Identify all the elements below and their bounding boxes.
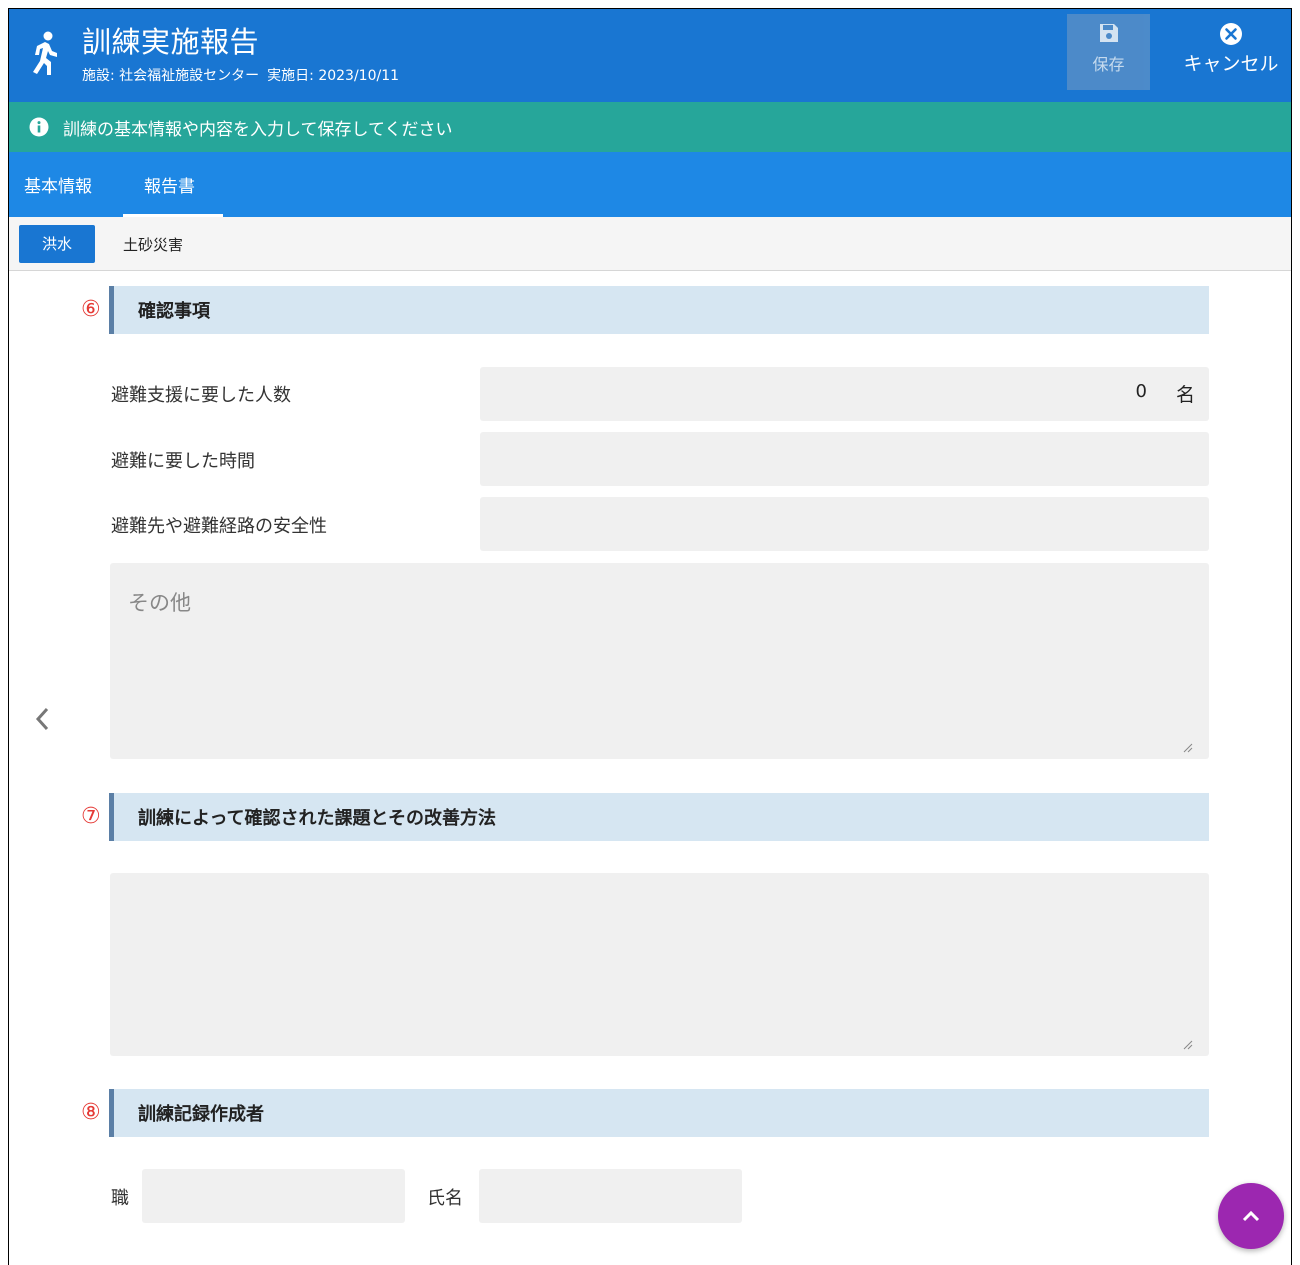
running-person-icon [33, 31, 57, 75]
section-number: ⑦ [81, 804, 101, 829]
cancel-button[interactable]: キャンセル [1171, 14, 1291, 90]
section-header: 確認事項 [109, 286, 1209, 334]
floppy-disk-icon [1099, 24, 1118, 42]
textarea-placeholder: その他 [128, 591, 191, 615]
evacuation-time-field[interactable] [480, 432, 1209, 486]
evacuation-support-count-field[interactable]: 0 名 [480, 367, 1209, 421]
page-title: 訓練実施報告 [82, 25, 260, 59]
chevron-up-icon [1242, 1210, 1260, 1222]
section-header: 訓練によって確認された課題とその改善方法 [109, 793, 1209, 841]
chevron-left-icon[interactable] [31, 699, 55, 739]
resize-handle-icon[interactable] [1183, 1040, 1193, 1050]
evacuation-route-safety-field[interactable] [480, 497, 1209, 551]
cancel-label: キャンセル [1183, 53, 1279, 75]
subtab-flood[interactable]: 洪水 [19, 225, 95, 263]
tab-report[interactable]: 報告書 [144, 172, 195, 197]
info-icon [29, 117, 49, 137]
facility-text: 施設: 社会福祉施設センター [82, 68, 260, 84]
section-heading: 訓練によって確認された課題とその改善方法 [138, 808, 497, 829]
section-number: ⑥ [81, 297, 101, 322]
issues-improvements-textarea[interactable] [110, 873, 1209, 1056]
field-unit: 名 [1175, 384, 1195, 406]
section-heading: 確認事項 [138, 301, 210, 322]
other-textarea[interactable]: その他 [110, 563, 1209, 759]
save-button[interactable]: 保存 [1067, 14, 1150, 90]
scroll-top-button[interactable] [1218, 1183, 1284, 1249]
date-text: 実施日: 2023/10/11 [267, 68, 400, 84]
position-field[interactable] [142, 1169, 405, 1223]
field-label: 避難に要した時間 [111, 451, 255, 472]
subtab-landslide[interactable]: 土砂災害 [123, 234, 183, 255]
main-tabs: 基本情報 報告書 [9, 152, 1291, 217]
field-label: 避難支援に要した人数 [111, 385, 291, 406]
app-bar: 訓練実施報告 施設: 社会福祉施設センター実施日: 2023/10/11 保存 [9, 9, 1291, 102]
close-circle-icon [1220, 23, 1242, 45]
name-field[interactable] [479, 1169, 742, 1223]
app-frame: 訓練実施報告 施設: 社会福祉施設センター実施日: 2023/10/11 保存 [8, 8, 1292, 1265]
name-label: 氏名 [427, 1188, 463, 1209]
field-value: 0 [1135, 381, 1147, 402]
disaster-subtabs: 洪水 土砂災害 [9, 217, 1291, 271]
tab-basic-info[interactable]: 基本情報 [24, 172, 92, 197]
field-label: 避難先や避難経路の安全性 [111, 516, 327, 537]
banner-message: 訓練の基本情報や内容を入力して保存してください [63, 120, 453, 140]
save-label: 保存 [1092, 55, 1125, 74]
section-heading: 訓練記録作成者 [138, 1104, 264, 1125]
info-banner: 訓練の基本情報や内容を入力して保存してください [9, 102, 1291, 152]
section-number: ⑧ [81, 1100, 101, 1125]
resize-handle-icon[interactable] [1183, 743, 1193, 753]
position-label: 職 [111, 1188, 129, 1209]
page-subtitle: 施設: 社会福祉施設センター 実施日: 2023/10/11 [82, 65, 407, 85]
section-header: 訓練記録作成者 [109, 1089, 1209, 1137]
